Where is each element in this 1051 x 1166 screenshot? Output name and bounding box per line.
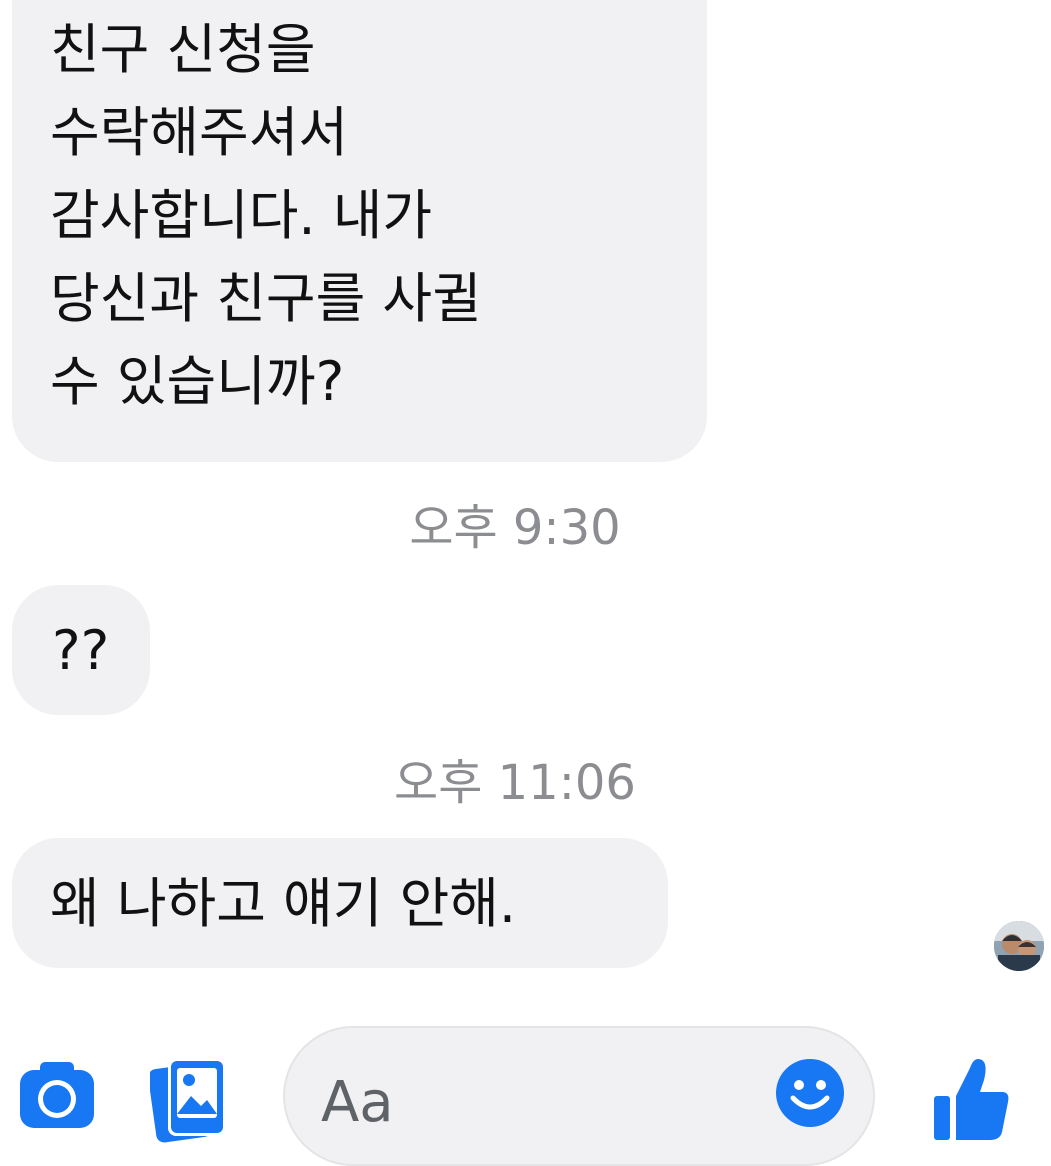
camera-icon: [20, 1062, 94, 1128]
message-line: 감사합니다. 내가: [50, 184, 433, 247]
like-button[interactable]: [930, 1050, 1012, 1144]
message-thread: 친구 신청을 수락해주셔서 감사합니다. 내가 당신과 친구를 사귈 수 있습니…: [0, 0, 1051, 1020]
gallery-button[interactable]: [148, 1052, 230, 1144]
message-line: 친구 신청을: [50, 18, 316, 81]
message-input-container[interactable]: [283, 1026, 875, 1166]
thumbs-up-icon: [934, 1059, 1009, 1140]
message-line: 수 있습니까?: [50, 350, 345, 413]
message-line: 당신과 친구를 사귈: [50, 267, 482, 330]
avatar[interactable]: [994, 921, 1044, 971]
message-bubble-received[interactable]: 왜 나하고 얘기 안해.: [12, 838, 668, 968]
message-bubble-received[interactable]: ??: [12, 585, 150, 715]
emoji-icon: [776, 1059, 844, 1127]
emoji-button[interactable]: [775, 1058, 845, 1128]
message-line: 수락해주셔서: [50, 101, 349, 164]
message-timestamp: 오후 11:06: [394, 755, 636, 811]
message-bubble-received[interactable]: 친구 신청을 수락해주셔서 감사합니다. 내가 당신과 친구를 사귈 수 있습니…: [12, 0, 707, 462]
gallery-icon: [148, 1058, 226, 1143]
message-timestamp: 오후 9:30: [409, 500, 621, 556]
avatar-image: [994, 921, 1044, 971]
camera-button[interactable]: [18, 1060, 96, 1130]
message-composer-bar: [0, 1020, 1051, 1166]
message-input[interactable]: [319, 1066, 753, 1138]
